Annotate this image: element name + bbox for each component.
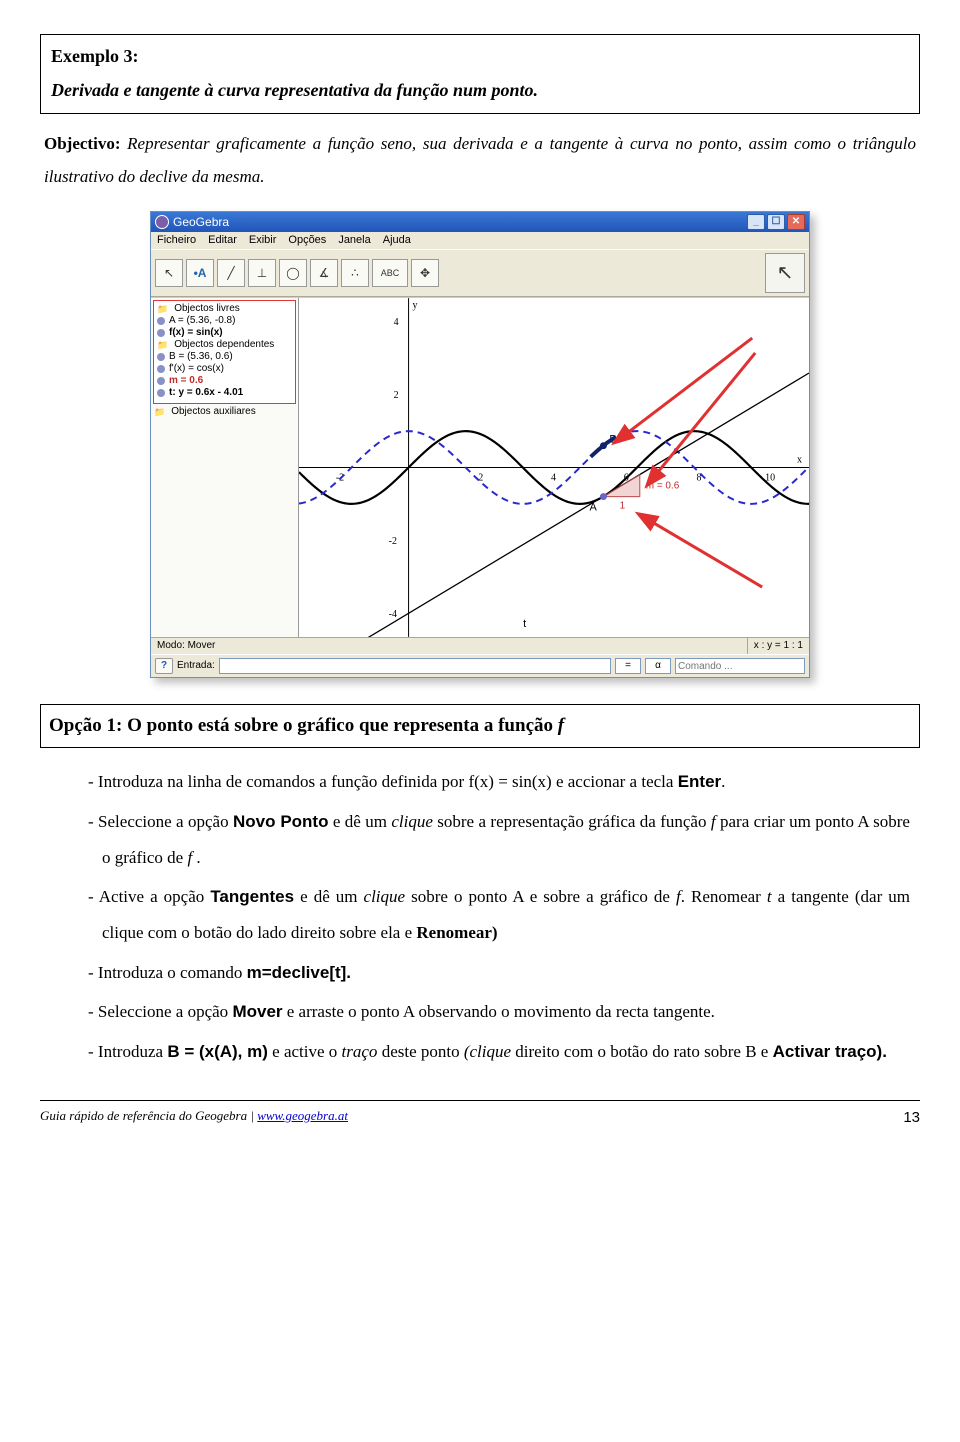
svg-text:-4: -4 — [389, 609, 397, 620]
graphics-view[interactable]: -2 2 4 6 8 10 2 4 -2 -4 x y — [299, 298, 809, 637]
menu-item[interactable]: Opções — [288, 234, 326, 247]
step-4: - Introduza o comando m=declive[t]. — [88, 955, 910, 991]
alg-item[interactable]: A = (5.36, -0.8) — [169, 315, 235, 327]
svg-text:t: t — [523, 618, 526, 630]
obj-icon — [157, 365, 165, 373]
minimize-button[interactable]: _ — [747, 214, 765, 230]
example-header: Exemplo 3: Derivada e tangente à curva r… — [40, 34, 920, 114]
window-titlebar: GeoGebra _ ☐ ✕ — [151, 212, 809, 232]
status-ratio: x : y = 1 : 1 — [747, 638, 809, 654]
svg-text:y: y — [413, 300, 418, 311]
tool-pan[interactable]: ✥ — [411, 259, 439, 287]
algebra-highlight: Objectos livres A = (5.36, -0.8) f(x) = … — [153, 300, 296, 404]
example-subtitle: Derivada e tangente à curva representati… — [51, 73, 909, 107]
page-number: 13 — [903, 1104, 920, 1133]
obj-icon — [157, 389, 165, 397]
app-icon — [155, 215, 169, 229]
option1-header: Opção 1: O ponto está sobre o gráfico qu… — [40, 704, 920, 748]
folder-free[interactable]: Objectos livres — [156, 303, 293, 315]
eq-button[interactable]: = — [615, 658, 641, 674]
svg-text:x: x — [797, 455, 802, 466]
step-2: - Seleccione a opção Novo Ponto e dê um … — [88, 804, 910, 875]
obj-icon — [157, 377, 165, 385]
tool-perp[interactable]: ⊥ — [248, 259, 276, 287]
workarea: Objectos livres A = (5.36, -0.8) f(x) = … — [151, 297, 809, 637]
svg-text:m = 0.6: m = 0.6 — [646, 481, 680, 492]
step-6: - Introduza B = (x(A), m) e active o tra… — [88, 1034, 910, 1070]
obj-icon — [157, 353, 165, 361]
window-title: GeoGebra — [173, 215, 229, 229]
svg-text:4: 4 — [551, 473, 556, 484]
status-mode: Modo: Mover — [151, 638, 747, 654]
plot-svg: -2 2 4 6 8 10 2 4 -2 -4 x y — [299, 298, 809, 637]
menu-item[interactable]: Exibir — [249, 234, 277, 247]
alg-item[interactable]: m = 0.6 — [169, 375, 203, 387]
help-button[interactable]: ? — [155, 658, 173, 674]
maximize-button[interactable]: ☐ — [767, 214, 785, 230]
step-1: - Introduza na linha de comandos a funçã… — [88, 764, 910, 800]
alg-item[interactable]: B = (5.36, 0.6) — [169, 351, 233, 363]
page-footer: Guia rápido de referência do Geogebra | … — [40, 1100, 920, 1133]
obj-icon — [157, 317, 165, 325]
input-label: Entrada: — [177, 660, 215, 672]
menu-item[interactable]: Ficheiro — [157, 234, 196, 247]
tool-point[interactable]: •A — [186, 259, 214, 287]
menu-item[interactable]: Ajuda — [383, 234, 411, 247]
svg-text:2: 2 — [394, 390, 399, 401]
menu-item[interactable]: Janela — [338, 234, 370, 247]
command-input[interactable] — [219, 658, 611, 674]
footer-link[interactable]: www.geogebra.at — [257, 1108, 348, 1123]
alg-item[interactable]: f'(x) = cos(x) — [169, 363, 224, 375]
svg-text:A: A — [590, 502, 598, 514]
tool-angle[interactable]: ∡ — [310, 259, 338, 287]
objective: Objectivo: Representar graficamente a fu… — [44, 128, 916, 193]
alpha-button[interactable]: α — [645, 658, 671, 674]
obj-icon — [157, 329, 165, 337]
option1-title: Opção 1: O ponto está sobre o gráfico qu… — [49, 715, 558, 736]
tool-reflect[interactable]: ∴ — [341, 259, 369, 287]
folder-aux[interactable]: Objectos auxiliares — [153, 406, 296, 418]
folder-dep[interactable]: Objectos dependentes — [156, 339, 293, 351]
step-3: - Active a opção Tangentes e dê um cliqu… — [88, 879, 910, 950]
footer-text: Guia rápido de referência do Geogebra | — [40, 1108, 257, 1123]
tool-line[interactable]: ╱ — [217, 259, 245, 287]
tool-text[interactable]: ABC — [372, 259, 408, 287]
toolbar: ↖ •A ╱ ⊥ ◯ ∡ ∴ ABC ✥ ↖ — [151, 249, 809, 297]
screenshot: GeoGebra _ ☐ ✕ Ficheiro Editar Exibir Op… — [40, 211, 920, 678]
tool-circle[interactable]: ◯ — [279, 259, 307, 287]
alg-item[interactable]: t: y = 0.6x - 4.01 — [169, 387, 243, 399]
active-tool-icon: ↖ — [765, 253, 805, 293]
svg-text:2: 2 — [478, 473, 483, 484]
menubar: Ficheiro Editar Exibir Opções Janela Aju… — [151, 232, 809, 249]
command-select[interactable] — [675, 658, 805, 674]
input-bar: ? Entrada: = α — [151, 654, 809, 677]
objective-text: Representar graficamente a função seno, … — [44, 134, 916, 185]
svg-text:-2: -2 — [389, 536, 397, 547]
f-symbol: f — [558, 715, 564, 736]
menu-item[interactable]: Editar — [208, 234, 237, 247]
status-bar: Modo: Mover x : y = 1 : 1 — [151, 637, 809, 654]
algebra-panel: Objectos livres A = (5.36, -0.8) f(x) = … — [151, 298, 299, 637]
tool-move[interactable]: ↖ — [155, 259, 183, 287]
svg-text:1: 1 — [620, 501, 626, 512]
svg-text:4: 4 — [394, 317, 399, 328]
example-label: Exemplo 3: — [51, 39, 909, 73]
geogebra-window: GeoGebra _ ☐ ✕ Ficheiro Editar Exibir Op… — [150, 211, 810, 678]
step-5: - Seleccione a opção Mover e arraste o p… — [88, 994, 910, 1030]
alg-item[interactable]: f(x) = sin(x) — [169, 327, 223, 339]
objective-label: Objectivo: — [44, 134, 120, 153]
steps: - Introduza na linha de comandos a funçã… — [88, 764, 910, 1070]
close-button[interactable]: ✕ — [787, 214, 805, 230]
